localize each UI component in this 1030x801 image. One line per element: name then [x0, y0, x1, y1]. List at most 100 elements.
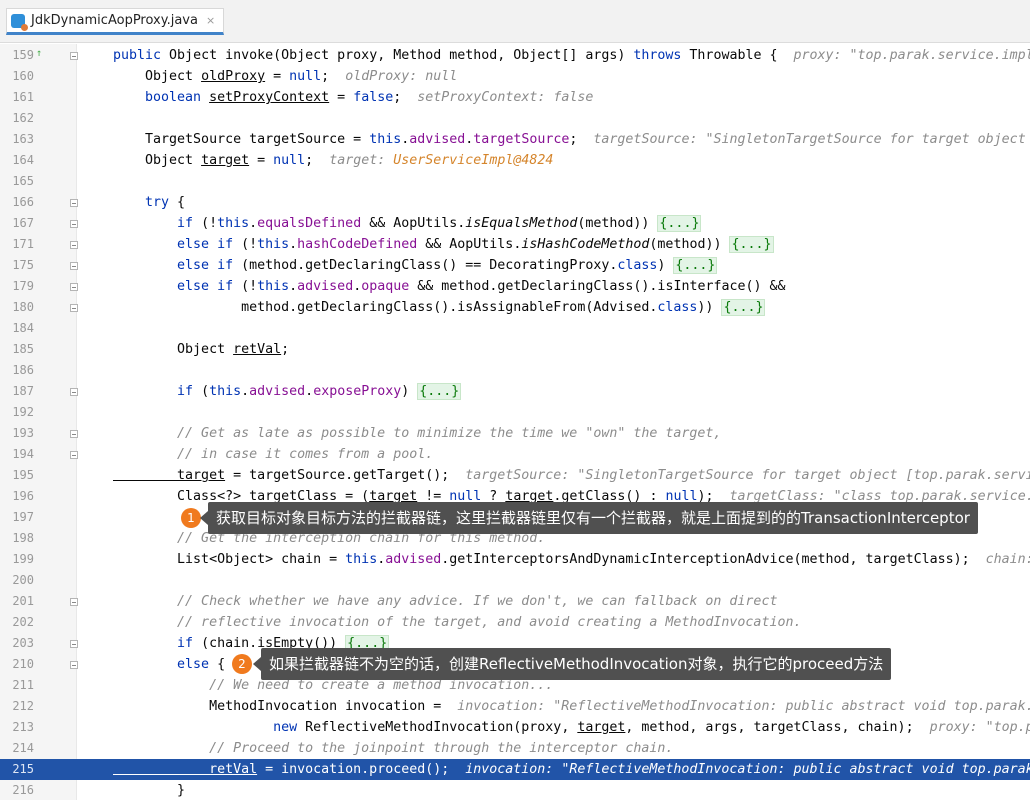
line-number: 214 [12, 741, 34, 755]
code-line[interactable]: 167 if (!this.equalsDefined && AopUtils.… [0, 213, 1030, 234]
fold-toggle-icon[interactable] [70, 283, 78, 291]
code-text: MethodInvocation invocation = invocation… [113, 699, 1030, 714]
code-text: else if (!this.advised.opaque && method.… [113, 279, 786, 294]
fold-toggle-icon[interactable] [70, 430, 78, 438]
code-line[interactable]: 194 // in case it comes from a pool. [0, 444, 1030, 465]
code-text: // reflective invocation of the target, … [113, 615, 802, 630]
code-line[interactable]: 187 if (this.advised.exposeProxy) {...} [0, 381, 1030, 402]
line-number: 164 [12, 153, 34, 167]
line-number: 161 [12, 90, 34, 104]
code-line[interactable]: 162 [0, 108, 1030, 129]
tab-jdk-dynamic-aop-proxy[interactable]: JdkDynamicAopProxy.java × [6, 8, 225, 35]
callout-badge-2: 2 [232, 654, 252, 674]
code-line[interactable]: 186 [0, 360, 1030, 381]
fold-toggle-icon[interactable] [70, 241, 78, 249]
code-text: target = targetSource.getTarget(); targe… [113, 468, 1030, 483]
code-line[interactable]: 164 Object target = null; target: UserSe… [0, 150, 1030, 171]
line-number: 202 [12, 615, 34, 629]
line-number: 165 [12, 174, 34, 188]
fold-toggle-icon[interactable] [70, 451, 78, 459]
line-number: 211 [12, 678, 34, 692]
code-text: else if (!this.hashCodeDefined && AopUti… [113, 236, 774, 253]
line-number: 159 [12, 48, 34, 62]
code-editor[interactable]: 159 ↑ public Object invoke(Object proxy, M… [0, 44, 1030, 800]
line-number: 201 [12, 594, 34, 608]
code-text: method.getDeclaringClass().isAssignableF… [113, 299, 766, 316]
close-icon[interactable]: × [206, 14, 215, 27]
code-text: // Get as late as possible to minimize t… [113, 426, 722, 441]
code-line[interactable]: 180 method.getDeclaringClass().isAssigna… [0, 297, 1030, 318]
code-line[interactable]: 202 // reflective invocation of the targ… [0, 612, 1030, 633]
code-line[interactable]: 185 Object retVal; [0, 339, 1030, 360]
code-text: TargetSource targetSource = this.advised… [113, 132, 1026, 147]
code-line[interactable]: 199 List<Object> chain = this.advised.ge… [0, 549, 1030, 570]
code-text: Object retVal; [113, 342, 290, 357]
code-text: public Object invoke(Object proxy, Metho… [113, 48, 1030, 63]
line-number: 216 [12, 783, 34, 797]
code-line[interactable]: 159 ↑ public Object invoke(Object proxy, M… [0, 45, 1030, 66]
java-file-icon [11, 13, 28, 31]
editor-tab-bar: JdkDynamicAopProxy.java × [0, 0, 1030, 43]
code-line[interactable]: 179 else if (!this.advised.opaque && met… [0, 276, 1030, 297]
callout-annotation-1: 获取目标对象目标方法的拦截器链，这里拦截器链里仅有一个拦截器，就是上面提到的的T… [200, 502, 978, 534]
code-text: // in case it comes from a pool. [113, 447, 434, 462]
code-text: // Check whether we have any advice. If … [113, 594, 778, 609]
line-number: 195 [12, 468, 34, 482]
fold-toggle-icon[interactable] [70, 640, 78, 648]
code-line[interactable]: 163 TargetSource targetSource = this.adv… [0, 129, 1030, 150]
line-number: 198 [12, 531, 34, 545]
fold-toggle-icon[interactable] [70, 598, 78, 606]
code-text: retVal = invocation.proceed(); invocatio… [113, 762, 1030, 777]
code-text: // Proceed to the joinpoint through the … [113, 741, 674, 756]
code-line[interactable]: 213 new ReflectiveMethodInvocation(proxy… [0, 717, 1030, 738]
code-text: if (this.advised.exposeProxy) {...} [113, 383, 462, 400]
code-line[interactable]: 192 [0, 402, 1030, 423]
line-number: 186 [12, 363, 34, 377]
override-marker-icon[interactable]: ↑ [36, 48, 42, 59]
line-number: 210 [12, 657, 34, 671]
callout-badge-1: 1 [181, 508, 201, 528]
line-number: 167 [12, 216, 34, 230]
code-text: Object oldProxy = null; oldProxy: null [113, 69, 458, 84]
code-text: List<Object> chain = this.advised.getInt… [113, 552, 1030, 567]
code-text: new ReflectiveMethodInvocation(proxy, ta… [113, 720, 1030, 735]
callout-annotation-2: 如果拦截器链不为空的话，创建ReflectiveMethodInvocation… [252, 648, 892, 680]
fold-toggle-icon[interactable] [70, 199, 78, 207]
fold-toggle-icon[interactable] [70, 52, 78, 60]
tab-label: JdkDynamicAopProxy.java [31, 13, 198, 28]
code-line[interactable]: 200 [0, 570, 1030, 591]
code-line[interactable]: 216 } [0, 780, 1030, 801]
line-number: 163 [12, 132, 34, 146]
fold-toggle-icon[interactable] [70, 220, 78, 228]
line-number: 187 [12, 384, 34, 398]
line-number: 194 [12, 447, 34, 461]
fold-toggle-icon[interactable] [70, 262, 78, 270]
code-line[interactable]: 160 Object oldProxy = null; oldProxy: nu… [0, 66, 1030, 87]
line-number: 180 [12, 300, 34, 314]
line-number: 197 [12, 510, 34, 524]
line-number: 203 [12, 636, 34, 650]
code-text: else { [113, 657, 226, 672]
line-number: 193 [12, 426, 34, 440]
code-line[interactable]: 212 MethodInvocation invocation = invoca… [0, 696, 1030, 717]
line-number: 171 [12, 237, 34, 251]
code-line[interactable]: 171 else if (!this.hashCodeDefined && Ao… [0, 234, 1030, 255]
code-line[interactable]: 195 target = targetSource.getTarget(); t… [0, 465, 1030, 486]
code-line[interactable]: 175 else if (method.getDeclaringClass() … [0, 255, 1030, 276]
line-number: 213 [12, 720, 34, 734]
code-line[interactable]: 166 try { [0, 192, 1030, 213]
code-line[interactable]: 184 [0, 318, 1030, 339]
fold-toggle-icon[interactable] [70, 388, 78, 396]
line-number: 179 [12, 279, 34, 293]
line-number: 160 [12, 69, 34, 83]
code-text: try { [113, 195, 186, 210]
code-line[interactable]: 165 [0, 171, 1030, 192]
fold-toggle-icon[interactable] [70, 661, 78, 669]
code-text: boolean setProxyContext = false; setProx… [113, 90, 594, 105]
code-line[interactable]: 193 // Get as late as possible to minimi… [0, 423, 1030, 444]
code-line-current[interactable]: 215 retVal = invocation.proceed(); invoc… [0, 759, 1030, 780]
code-line[interactable]: 161 boolean setProxyContext = false; set… [0, 87, 1030, 108]
code-line[interactable]: 214 // Proceed to the joinpoint through … [0, 738, 1030, 759]
fold-toggle-icon[interactable] [70, 304, 78, 312]
code-line[interactable]: 201 // Check whether we have any advice.… [0, 591, 1030, 612]
